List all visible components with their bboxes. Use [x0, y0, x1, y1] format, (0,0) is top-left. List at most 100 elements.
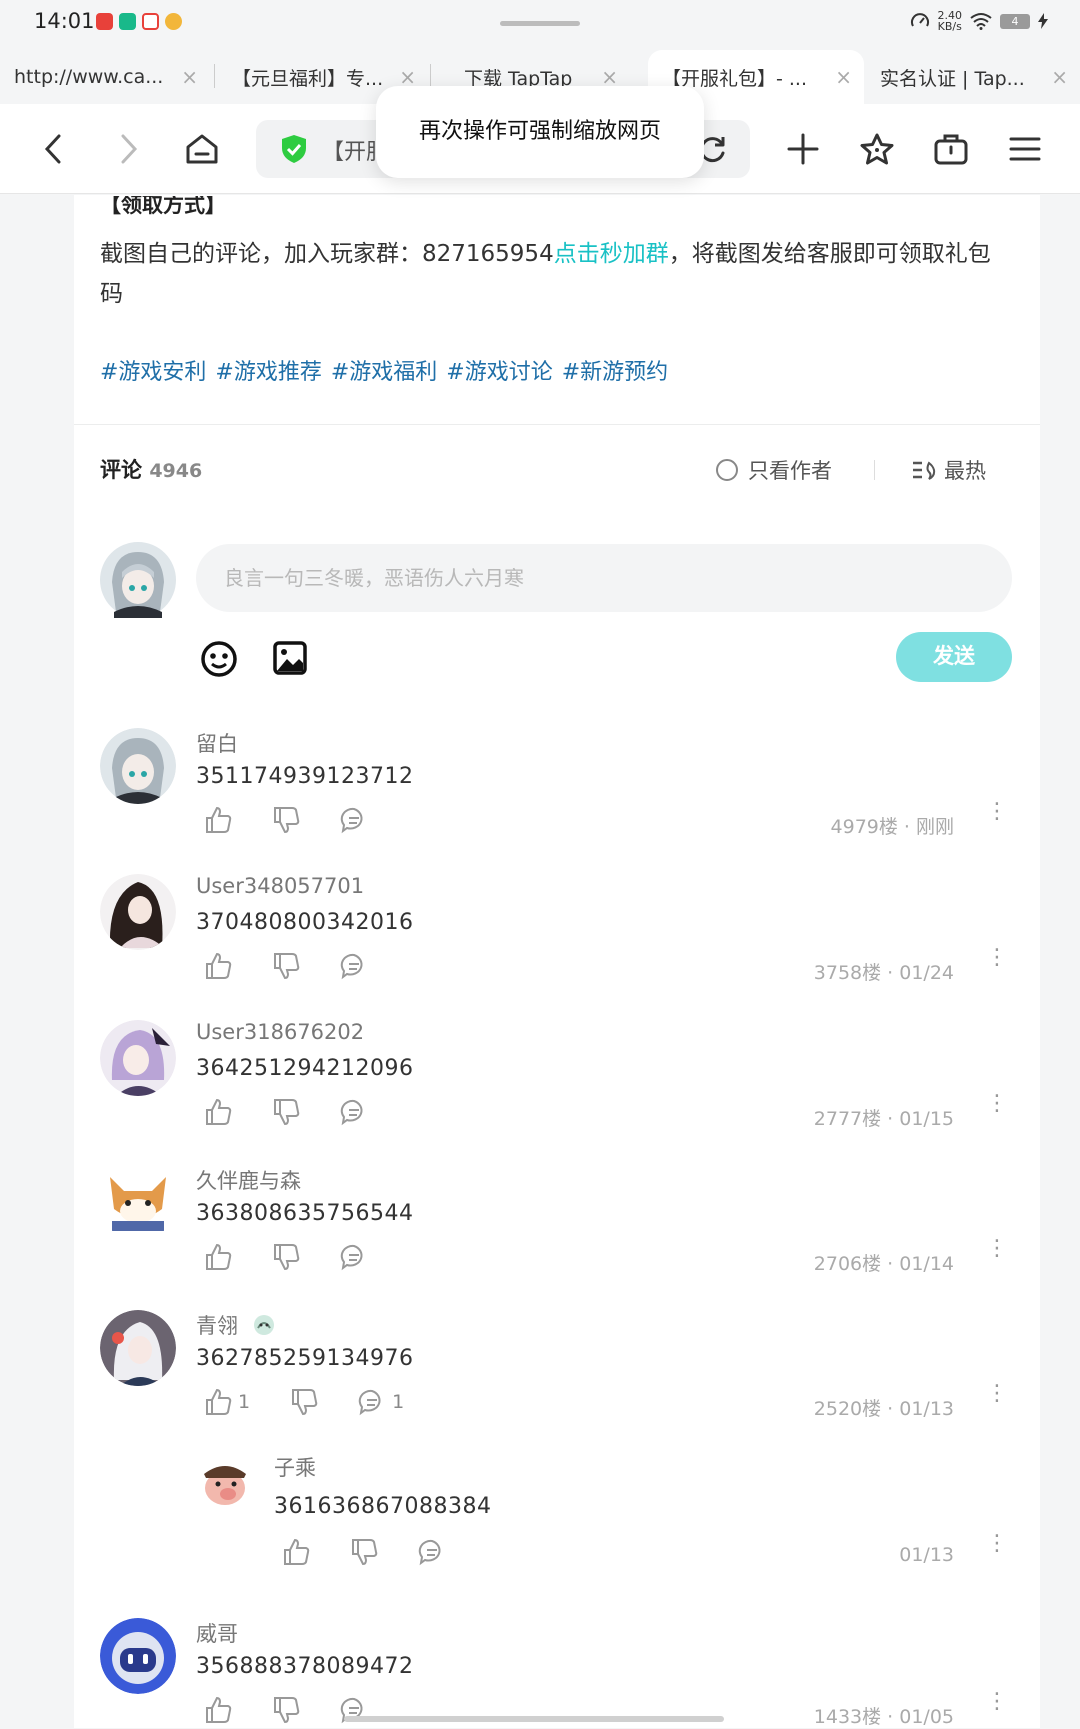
- commenter-avatar[interactable]: [198, 1456, 252, 1510]
- new-tab-button[interactable]: [778, 124, 828, 174]
- commenter-name[interactable]: 子乘: [274, 1452, 316, 1482]
- tabs-overview-button[interactable]: [926, 124, 976, 174]
- like-button[interactable]: [282, 1538, 310, 1566]
- scroll-indicator[interactable]: [344, 1716, 724, 1722]
- reply-button[interactable]: [340, 806, 368, 834]
- commenter-avatar[interactable]: [100, 1165, 176, 1241]
- commenter-avatar[interactable]: [100, 728, 176, 804]
- like-button[interactable]: [204, 806, 232, 834]
- like-button[interactable]: 1: [204, 1388, 250, 1416]
- commenter-name[interactable]: User318676202: [196, 1020, 364, 1044]
- dislike-button[interactable]: [290, 1388, 318, 1416]
- hamburger-menu-icon: [1009, 137, 1041, 161]
- home-button[interactable]: [177, 124, 227, 174]
- comment-meta: 2706楼 · 01/14: [813, 1253, 954, 1275]
- image-button[interactable]: [272, 640, 308, 680]
- commenter-name[interactable]: User348057701: [196, 874, 364, 898]
- like-button[interactable]: [204, 1098, 232, 1126]
- commenter-avatar[interactable]: [100, 1020, 176, 1096]
- image-icon: [273, 641, 307, 675]
- comment-input[interactable]: [196, 544, 1012, 612]
- status-notification-icons: [96, 13, 182, 30]
- reply-button[interactable]: [340, 1243, 368, 1271]
- comment-text: 363808635756544: [196, 1201, 414, 1226]
- comment-actions: [204, 1098, 408, 1126]
- comment-actions: [204, 1243, 408, 1271]
- forward-button[interactable]: [104, 124, 154, 174]
- reply-button[interactable]: 1: [358, 1388, 404, 1416]
- divider: [74, 424, 1040, 425]
- thumbs-up-icon: [206, 1098, 232, 1125]
- briefcase-icon: [934, 134, 968, 165]
- chevron-left-icon: [44, 134, 61, 164]
- back-button[interactable]: [28, 124, 78, 174]
- like-button[interactable]: [204, 1696, 232, 1724]
- dislike-button[interactable]: [272, 1696, 300, 1724]
- comment-text: 351174939123712: [196, 764, 414, 789]
- close-icon[interactable]: ×: [1051, 65, 1068, 89]
- like-count: 1: [238, 1391, 251, 1413]
- user-avatar: [100, 542, 176, 618]
- join-group-link[interactable]: 点击秒加群: [554, 241, 669, 267]
- comment-meta: 01/13: [899, 1544, 954, 1566]
- comment-bubble-icon: [340, 807, 363, 834]
- comment-meta: 2520楼 · 01/13: [813, 1398, 954, 1420]
- like-button[interactable]: [204, 1243, 232, 1271]
- bookmark-button[interactable]: [852, 124, 902, 174]
- battery-icon: 4: [1000, 13, 1030, 29]
- badge-icon: [253, 1315, 274, 1335]
- like-button[interactable]: [204, 952, 232, 980]
- thumbs-up-icon: [206, 806, 232, 833]
- author-only-label: 只看作者: [748, 459, 832, 483]
- close-icon[interactable]: ×: [835, 65, 852, 89]
- reply-button[interactable]: [340, 1098, 368, 1126]
- window-drag-handle[interactable]: [500, 21, 580, 26]
- post-tags[interactable]: #游戏安利 #游戏推荐 #游戏福利 #游戏讨论 #新游预约: [100, 354, 668, 386]
- reply-button[interactable]: [418, 1538, 446, 1566]
- browser-tab[interactable]: http://www.ca... ×: [0, 50, 210, 104]
- thumbs-up-icon: [284, 1538, 310, 1565]
- thumbs-up-icon: [206, 952, 232, 979]
- commenter-avatar[interactable]: [100, 1618, 176, 1694]
- comment-meta: 2777楼 · 01/15: [813, 1108, 954, 1130]
- browser-tab[interactable]: 实名认证 | Tap... ×: [866, 50, 1080, 104]
- thumbs-up-icon: [206, 1696, 232, 1723]
- more-options-icon[interactable]: ⋮: [986, 1093, 1008, 1115]
- comment-actions: [282, 1538, 486, 1566]
- commenter-avatar[interactable]: [100, 874, 176, 950]
- sort-icon: [913, 461, 936, 480]
- speedometer-icon: [910, 13, 929, 27]
- dislike-button[interactable]: [272, 952, 300, 980]
- app-notification-icon: [119, 13, 136, 30]
- star-icon: [860, 133, 894, 165]
- more-options-icon[interactable]: ⋮: [986, 1383, 1008, 1405]
- more-options-icon[interactable]: ⋮: [986, 1238, 1008, 1260]
- dislike-button[interactable]: [272, 806, 300, 834]
- commenter-name[interactable]: 威哥: [196, 1618, 238, 1648]
- dislike-button[interactable]: [272, 1243, 300, 1271]
- more-options-icon[interactable]: ⋮: [986, 947, 1008, 969]
- comment-text: 370480800342016: [196, 910, 414, 935]
- sort-toggle[interactable]: 最热: [912, 455, 986, 485]
- commenter-name[interactable]: 久伴鹿与森: [196, 1165, 301, 1195]
- post-section-heading: 【领取方式】: [100, 196, 226, 217]
- dislike-button[interactable]: [350, 1538, 378, 1566]
- comment-meta: 1433楼 · 01/05: [813, 1706, 954, 1728]
- more-options-icon[interactable]: ⋮: [986, 801, 1008, 823]
- close-icon[interactable]: ×: [181, 65, 198, 89]
- send-button[interactable]: 发送: [896, 632, 1012, 682]
- commenter-avatar[interactable]: [100, 1310, 176, 1386]
- more-options-icon[interactable]: ⋮: [986, 1691, 1008, 1713]
- thumbs-down-icon: [274, 953, 300, 980]
- emoji-button[interactable]: [200, 640, 238, 682]
- commenter-name[interactable]: 留白: [196, 728, 238, 758]
- menu-button[interactable]: [1000, 124, 1050, 174]
- author-only-toggle[interactable]: 只看作者: [716, 455, 832, 485]
- more-options-icon[interactable]: ⋮: [986, 1533, 1008, 1555]
- divider: [874, 460, 875, 480]
- commenter-name-text[interactable]: 青翎: [196, 1314, 238, 1338]
- dislike-button[interactable]: [272, 1098, 300, 1126]
- network-speed: 2.40 KB/s: [937, 9, 963, 33]
- tab-divider: [214, 64, 215, 88]
- reply-button[interactable]: [340, 952, 368, 980]
